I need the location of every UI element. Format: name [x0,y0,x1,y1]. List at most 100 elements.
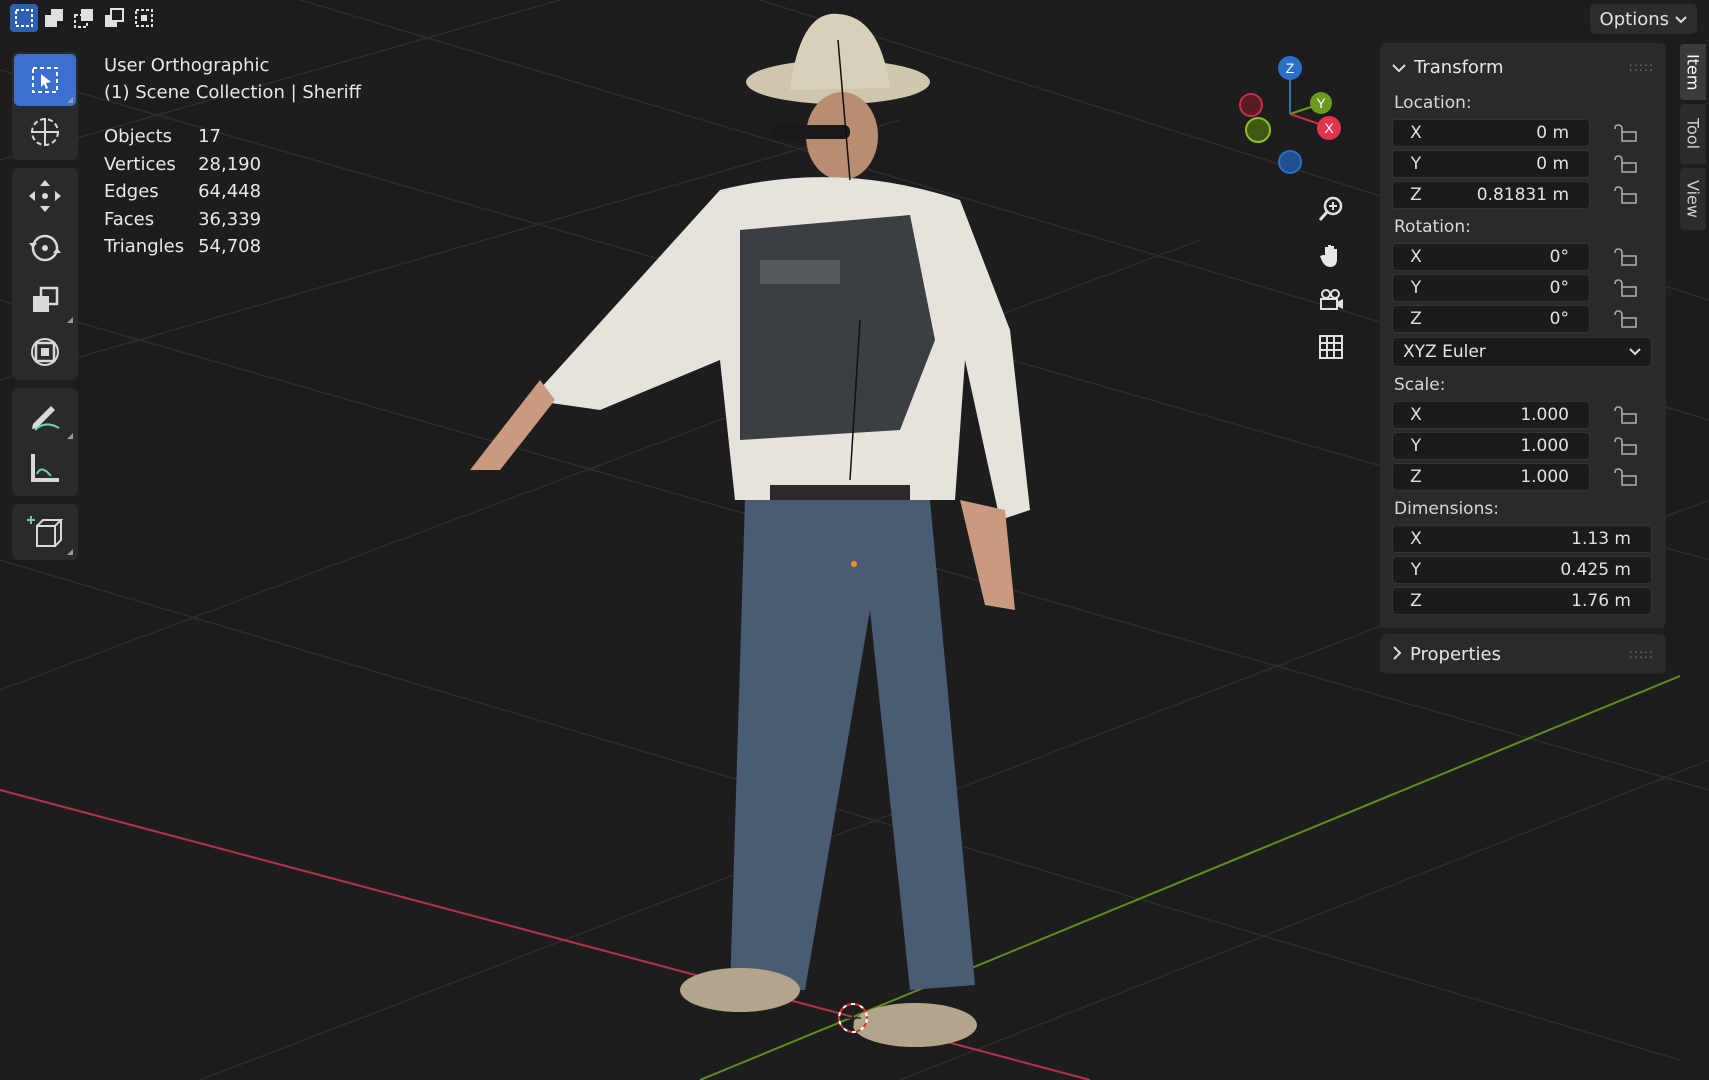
field-value: 1.13 m [1571,529,1631,549]
tool-group-annotate [12,388,78,496]
x-axis-label: X [1324,120,1334,136]
field-value: 0° [1549,247,1569,267]
axis-label: Z [1410,467,1422,487]
tool-options-corner [67,433,73,439]
camera-view-icon[interactable] [1312,278,1350,324]
select-intersect-icon[interactable] [130,4,158,32]
field-value: 0° [1549,278,1569,298]
stat-label: Vertices [104,153,176,175]
selection-mode-group [10,4,158,32]
stat-label: Edges [104,181,159,202]
tab-label: Tool [1683,118,1703,150]
location-z-field[interactable]: Z 0.81831 m [1392,181,1590,209]
scale-y-row: Y 1.000 [1392,432,1654,460]
tool-group-add [12,504,78,560]
scale-x-field[interactable]: X 1.000 [1392,401,1590,429]
rotation-label: Rotation: [1394,217,1471,237]
select-extend-icon[interactable] [40,4,68,32]
scale-z-row: Z 1.000 [1392,463,1654,491]
navigation-gizmo[interactable]: Z Y X [1232,52,1342,182]
z-axis-label: Z [1286,60,1295,76]
tool-options-corner [67,549,73,555]
stat-value: 17 [198,126,221,147]
sidebar-tabs: Item Tool View [1680,44,1706,234]
grid-ortho-toggle-icon[interactable] [1312,324,1350,370]
measure-tool[interactable] [14,442,76,494]
select-subtract-icon[interactable] [70,4,98,32]
transform-tool[interactable] [14,326,76,378]
cursor-tool[interactable] [14,106,76,158]
unlock-icon[interactable] [1614,405,1638,425]
stat-value: 64,448 [198,181,262,202]
panel-title: Transform [1414,56,1504,78]
rotation-y-row: Y 0° [1392,274,1654,302]
stat-value: 28,190 [198,153,262,175]
pan-hand-icon[interactable] [1312,232,1350,278]
properties-panel: Properties ::::: [1380,634,1666,674]
scale-z-field[interactable]: Z 1.000 [1392,463,1590,491]
rotation-x-field[interactable]: X 0° [1392,243,1590,271]
location-z-row: Z 0.81831 m [1392,181,1654,209]
field-value: 1.000 [1520,467,1569,487]
drag-handle-icon[interactable]: ::::: [1629,647,1654,661]
dimensions-y-field[interactable]: Y 0.425 m [1392,556,1652,584]
neg-x-axis-handle[interactable] [1239,93,1263,117]
add-cube-tool[interactable] [14,506,76,558]
neg-z-axis-handle[interactable] [1278,150,1302,174]
tab-view[interactable]: View [1680,168,1706,230]
location-y-row: Y 0 m [1392,150,1654,178]
unlock-icon[interactable] [1614,436,1638,456]
location-label: Location: [1394,93,1472,113]
move-tool[interactable] [14,170,76,222]
stat-label: Faces [104,208,155,230]
axis-label: X [1410,529,1422,549]
tab-item[interactable]: Item [1680,44,1706,100]
annotate-tool[interactable] [14,390,76,442]
unlock-icon[interactable] [1614,467,1638,487]
transform-panel-header[interactable]: Transform ::::: [1392,49,1654,85]
drag-handle-icon[interactable]: ::::: [1629,60,1654,74]
axis-label: Z [1410,185,1422,205]
rotation-y-field[interactable]: Y 0° [1392,274,1590,302]
scale-y-field[interactable]: Y 1.000 [1392,432,1590,460]
location-y-field[interactable]: Y 0 m [1392,150,1590,178]
select-box-tool[interactable] [14,54,76,106]
tool-options-corner [67,97,73,103]
axis-label: X [1410,123,1422,143]
sheriff-character[interactable] [470,13,1030,1047]
stat-row: Faces 36,339 [104,206,275,234]
rotation-z-field[interactable]: Z 0° [1392,305,1590,333]
scale-label: Scale: [1394,375,1446,395]
unlock-icon[interactable] [1614,278,1638,298]
dimensions-x-field[interactable]: X 1.13 m [1392,525,1652,553]
unlock-icon[interactable] [1614,185,1638,205]
stat-row: Objects 17 [104,123,275,151]
neg-y-axis-handle[interactable] [1245,117,1271,143]
tool-group-transform [12,168,78,380]
axis-label: Y [1410,436,1422,456]
stat-row: Vertices 28,190 [104,151,275,179]
stat-value: 54,708 [198,236,262,257]
stat-label: Objects [104,126,173,147]
unlock-icon[interactable] [1614,123,1638,143]
rotate-tool[interactable] [14,222,76,274]
select-new-icon[interactable] [10,4,38,32]
dimensions-z-field[interactable]: Z 1.76 m [1392,587,1652,615]
rotation-mode-select[interactable]: XYZ Euler [1392,337,1652,367]
select-invert-icon[interactable] [100,4,128,32]
properties-panel-header[interactable]: Properties ::::: [1392,636,1654,672]
scale-tool[interactable] [14,274,76,326]
tab-tool[interactable]: Tool [1680,104,1706,164]
location-x-field[interactable]: X 0 m [1392,119,1590,147]
field-value: 0.81831 m [1476,185,1569,205]
unlock-icon[interactable] [1614,309,1638,329]
tab-label: View [1683,180,1703,218]
unlock-icon[interactable] [1614,154,1638,174]
navigation-buttons [1312,186,1350,370]
zoom-icon[interactable] [1312,186,1350,232]
unlock-icon[interactable] [1614,247,1638,267]
stat-row: Triangles 54,708 [104,233,275,261]
options-dropdown[interactable]: Options [1589,4,1697,34]
axis-label: X [1410,405,1422,425]
chevron-down-icon [1675,9,1687,30]
